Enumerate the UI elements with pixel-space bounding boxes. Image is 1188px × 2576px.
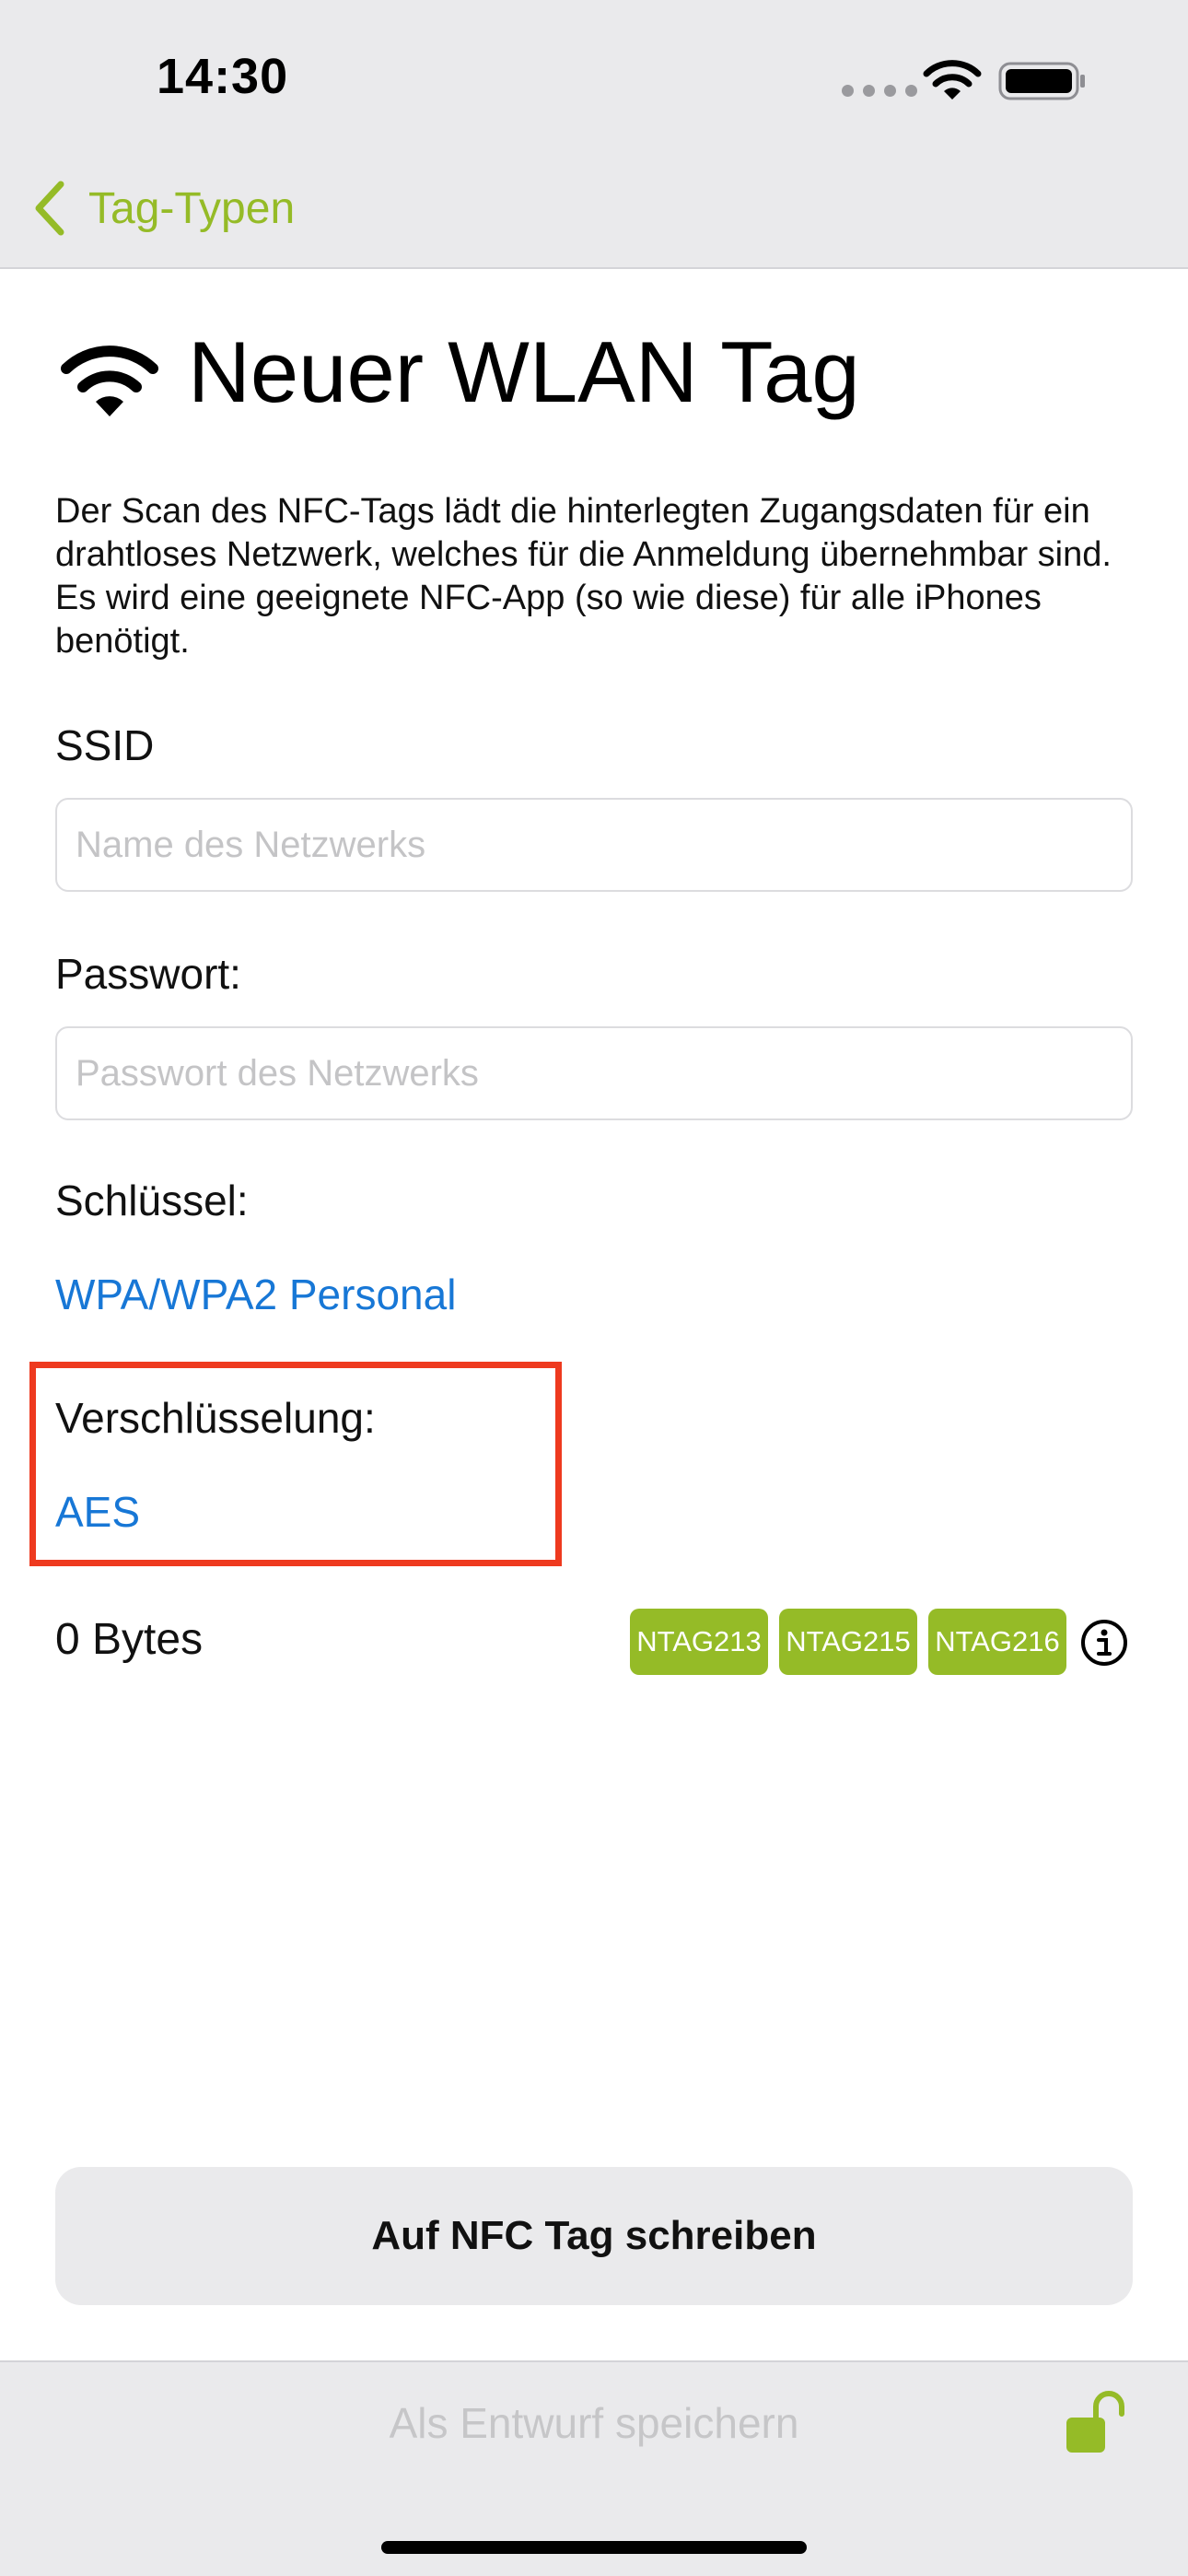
info-icon[interactable] <box>1079 1618 1129 1668</box>
save-draft-button[interactable]: Als Entwurf speichern <box>0 2386 1188 2460</box>
battery-icon <box>998 62 1085 100</box>
back-button[interactable]: Tag-Typen <box>31 171 295 245</box>
ntag215-badge: NTAG215 <box>779 1609 917 1675</box>
ntag213-badge: NTAG213 <box>630 1609 768 1675</box>
home-indicator <box>381 2541 807 2554</box>
description-text: Der Scan des NFC-Tags lädt die hinterleg… <box>55 492 1112 661</box>
ssid-input[interactable] <box>55 798 1133 892</box>
page-title: Neuer WLAN Tag <box>188 323 860 420</box>
encryption-label: Verschlüsselung: <box>55 1394 376 1442</box>
wifi-icon <box>61 345 158 416</box>
back-label: Tag-Typen <box>88 183 296 233</box>
status-time: 14:30 <box>157 49 289 104</box>
password-label: Passwort: <box>55 950 241 998</box>
ssid-label: SSID <box>55 721 155 769</box>
write-nfc-button[interactable]: Auf NFC Tag schreiben <box>55 2167 1133 2305</box>
chevron-left-icon <box>35 181 64 236</box>
bytes-count: 0 Bytes <box>55 1615 204 1664</box>
key-type-selector[interactable]: WPA/WPA2 Personal <box>55 1270 456 1319</box>
key-label: Schlüssel: <box>55 1177 249 1224</box>
password-input[interactable] <box>55 1026 1133 1120</box>
unlock-icon[interactable] <box>1061 2390 1127 2456</box>
cellular-signal-icon <box>842 85 917 97</box>
encryption-selector[interactable]: AES <box>55 1487 140 1537</box>
wifi-status-icon <box>923 60 982 100</box>
ntag216-badge: NTAG216 <box>928 1609 1066 1675</box>
